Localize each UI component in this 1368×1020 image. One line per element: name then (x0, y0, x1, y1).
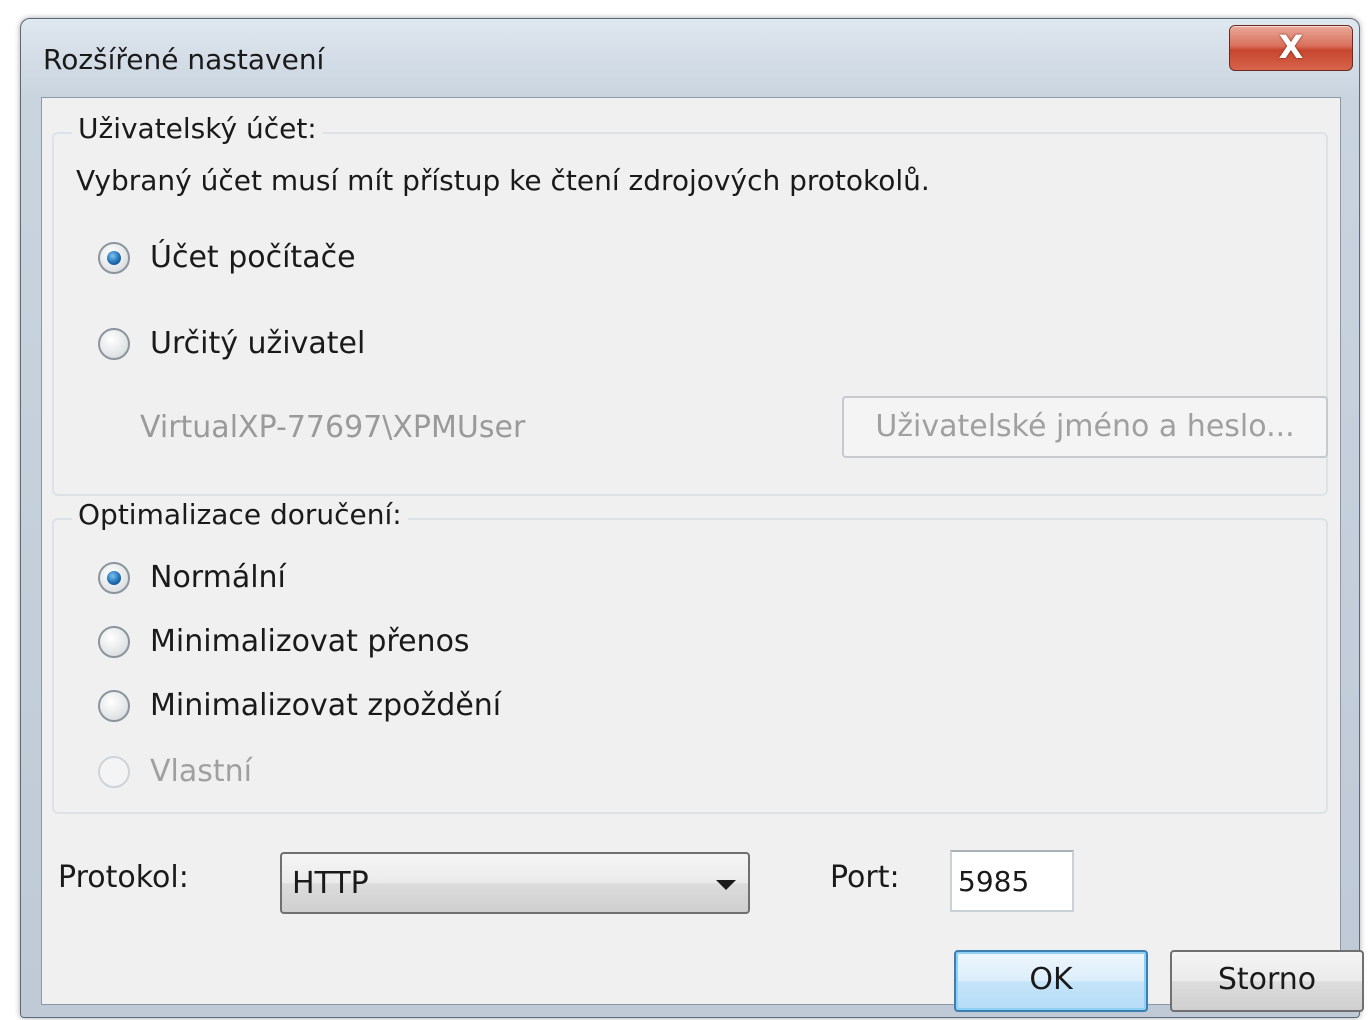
port-input[interactable] (950, 850, 1074, 912)
radio-button[interactable] (98, 625, 130, 658)
radio-label: Minimalizovat přenos (150, 624, 470, 659)
delivery-legend: Optimalizace doručení: (72, 498, 408, 531)
cancel-button[interactable]: Storno (1170, 950, 1364, 1012)
credentials-button[interactable]: Uživatelské jméno a heslo... (842, 396, 1328, 458)
radio-button-checked[interactable] (98, 241, 130, 274)
radio-label: Účet počítače (150, 240, 356, 275)
radio-specific-user[interactable]: Určitý uživatel (98, 326, 365, 361)
title-bar[interactable]: Rozšířené nastavení X (21, 19, 1359, 97)
protocol-label: Protokol: (58, 860, 189, 895)
protocol-selected-value: HTTP (292, 866, 369, 901)
window-title: Rozšířené nastavení (43, 43, 325, 76)
dialog-window: Rozšířené nastavení X Uživatelský účet: … (20, 18, 1364, 1018)
chevron-down-icon (716, 880, 736, 890)
specific-user-value: VirtualXP-77697\XPMUser (140, 410, 526, 445)
radio-minimize-bandwidth[interactable]: Minimalizovat přenos (98, 624, 470, 659)
port-label: Port: (830, 860, 900, 895)
radio-minimize-latency[interactable]: Minimalizovat zpoždění (98, 688, 501, 723)
close-button[interactable]: X (1229, 25, 1353, 71)
radio-normal[interactable]: Normální (98, 560, 286, 595)
radio-computer-account[interactable]: Účet počítače (98, 240, 356, 275)
radio-button-disabled (98, 755, 130, 788)
radio-label: Minimalizovat zpoždění (150, 688, 502, 723)
ok-button[interactable]: OK (954, 950, 1148, 1012)
close-icon: X (1278, 28, 1304, 66)
radio-button[interactable] (98, 327, 130, 360)
user-account-legend: Uživatelský účet: (72, 112, 323, 145)
user-account-group: Uživatelský účet: Vybraný účet musí mít … (52, 112, 1328, 496)
radio-button[interactable] (98, 689, 130, 722)
radio-custom: Vlastní (98, 754, 252, 789)
radio-button-checked[interactable] (98, 561, 130, 594)
user-account-description: Vybraný účet musí mít přístup ke čtení z… (76, 164, 930, 197)
dialog-client-area: Uživatelský účet: Vybraný účet musí mít … (41, 97, 1364, 1012)
delivery-optimization-group: Optimalizace doručení: Normální Minimali… (52, 498, 1328, 814)
protocol-dropdown[interactable]: HTTP (280, 852, 750, 914)
radio-label: Normální (150, 560, 286, 595)
radio-label: Určitý uživatel (150, 326, 366, 361)
radio-label: Vlastní (150, 754, 252, 789)
